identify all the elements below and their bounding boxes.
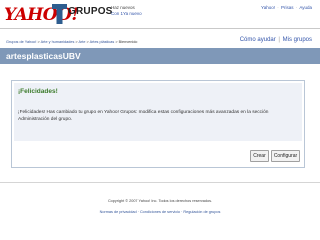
account-links: Cómo ayudar | Mis grupos — [240, 37, 312, 43]
top-links: Yahoo! · Prisas · Ayuda — [261, 5, 312, 10]
groups-logo-icon — [52, 4, 67, 24]
top-link-yahoo[interactable]: Yahoo! — [261, 5, 275, 10]
breadcrumb-item[interactable]: Grupos de Yahoo! — [6, 40, 36, 44]
breadcrumb-item[interactable]: Arte — [79, 40, 86, 44]
notice-message: ¡Felicidades! Has cambiado tu grupo en Y… — [18, 110, 269, 122]
product-name: GRUPOS — [68, 6, 113, 17]
settings-button[interactable]: Configurar — [271, 150, 300, 162]
header-tagline: Haz nuevos Con 1Ya nuevo — [111, 5, 142, 16]
breadcrumb-item[interactable]: Arte y humanidades — [41, 40, 75, 44]
footer-links[interactable]: Normas de privacidad · Condiciones de se… — [0, 210, 320, 214]
breadcrumb-item[interactable]: Artes plásticas — [90, 40, 115, 44]
link-my-groups[interactable]: Mis grupos — [283, 37, 312, 43]
group-title-bar: artesplasticasUBV — [0, 48, 320, 64]
header-divider — [0, 28, 320, 29]
link-help-out[interactable]: Cómo ayudar — [240, 37, 276, 43]
notice-heading: ¡Felicidades! — [18, 88, 58, 95]
breadcrumb-current: Bienvenido — [118, 40, 138, 44]
breadcrumb: Grupos de Yahoo! > Arte y humanidades > … — [6, 40, 138, 44]
footer-divider — [0, 182, 320, 183]
create-button[interactable]: Crear — [250, 150, 269, 162]
separator: · — [277, 5, 279, 10]
separator: · — [295, 5, 298, 10]
copyright: Copyright © 2007 Yahoo! Inc. Todos los d… — [107, 199, 213, 203]
top-link-help[interactable]: Ayuda — [299, 5, 312, 10]
group-title[interactable]: artesplasticasUBV — [6, 51, 81, 61]
separator: | — [278, 37, 280, 43]
top-link-prisas[interactable]: Prisas — [281, 5, 294, 10]
tagline-line-2[interactable]: Con 1Ya nuevo — [111, 11, 142, 17]
